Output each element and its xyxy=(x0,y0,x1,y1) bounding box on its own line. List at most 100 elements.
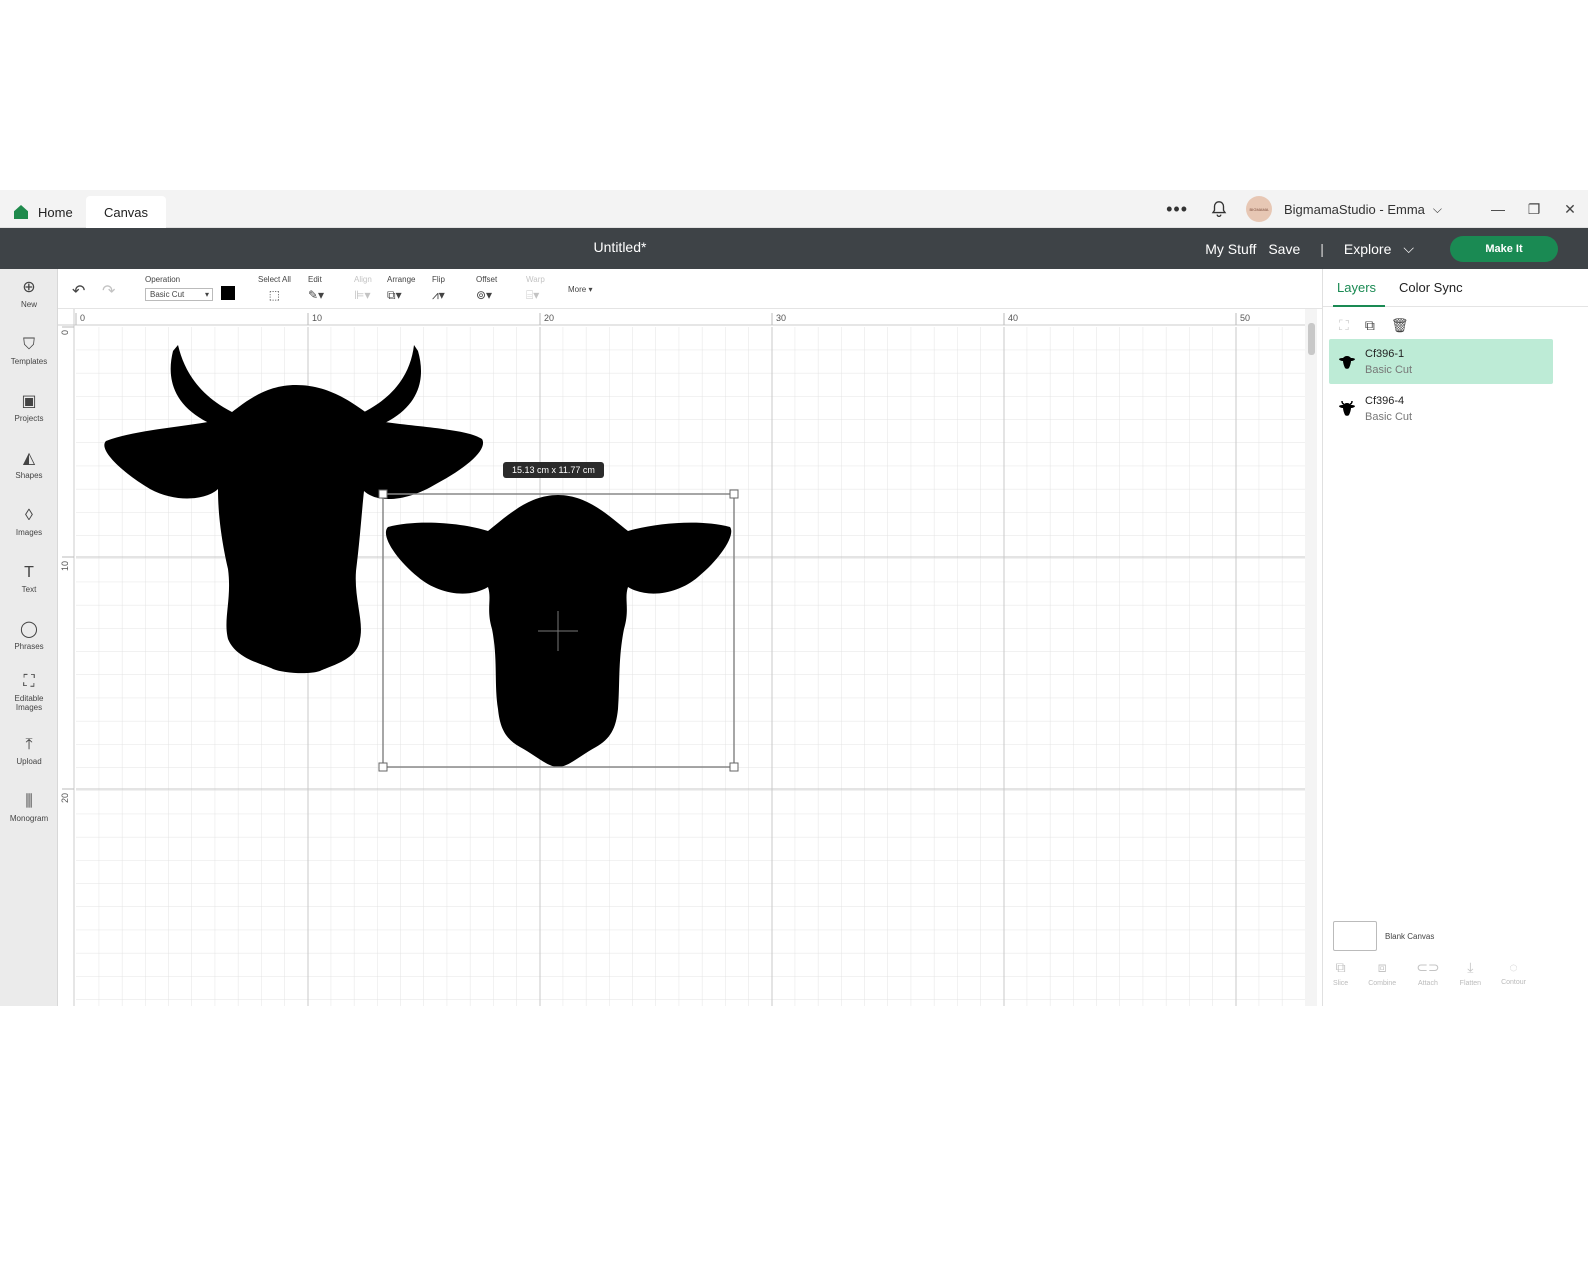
resize-handle[interactable] xyxy=(378,762,388,772)
group-icon[interactable]: ⛶ xyxy=(1339,317,1349,334)
combine-label: Combine xyxy=(1368,980,1397,987)
ruler-left-label: 20 xyxy=(60,793,70,803)
flip-button[interactable]: Flip ⩘▾ xyxy=(432,275,445,303)
attach-icon: ⊂⊃ xyxy=(1416,959,1440,975)
slice-label: Slice xyxy=(1333,980,1349,987)
edit-button[interactable]: Edit ✎▾ xyxy=(308,275,324,302)
sidebar-item-editable-images[interactable]: ⛶ Editable Images xyxy=(0,673,58,712)
lightbulb-icon: ◊ xyxy=(25,507,33,524)
contour-label: Contour xyxy=(1501,979,1526,986)
resize-handle[interactable] xyxy=(378,489,388,499)
sidebar-item-label: Templates xyxy=(10,357,48,366)
sidebar-item-monogram[interactable]: ⫼ Monogram xyxy=(0,793,58,823)
avatar-text: BIGMAMA xyxy=(1249,206,1269,212)
warp-button[interactable]: Warp ⌸▾ xyxy=(526,275,545,303)
warp-label: Warp xyxy=(526,275,545,284)
save-button[interactable]: Save xyxy=(1268,241,1300,257)
sidebar-item-new[interactable]: ⊕ New xyxy=(0,279,58,309)
ruler-top-label: 30 xyxy=(776,313,786,323)
minimize-button[interactable]: — xyxy=(1480,201,1516,217)
blank-canvas-item[interactable]: Blank Canvas xyxy=(1333,921,1434,951)
more-button[interactable]: More ▾ xyxy=(568,285,592,294)
panel-bottom-actions: ⧉ Slice ⧈ Combine ⊂⊃ Attach ⤓ Flatten ◌ Conto… xyxy=(1333,959,1526,987)
contour-button[interactable]: ◌ Contour xyxy=(1501,959,1526,987)
sidebar-item-projects[interactable]: ▣ Projects xyxy=(0,393,58,423)
make-it-button[interactable]: Make It xyxy=(1450,235,1558,262)
sidebar-item-shapes[interactable]: ◭ Shapes xyxy=(0,450,58,480)
arrange-button[interactable]: Arrange ⧉▾ xyxy=(387,275,415,303)
layer-name: Cf396-4 xyxy=(1365,394,1405,407)
sidebar-item-images[interactable]: ◊ Images xyxy=(0,507,58,537)
redo-button[interactable]: ↷ xyxy=(102,281,115,301)
contour-icon: ◌ xyxy=(1509,959,1518,975)
panel-scrollbar[interactable] xyxy=(1559,354,1565,919)
shapes-icon: ◭ xyxy=(22,450,36,467)
attach-button[interactable]: ⊂⊃ Attach xyxy=(1416,959,1439,987)
color-swatch[interactable] xyxy=(221,286,235,300)
layer-item[interactable]: Cf396-4 Basic Cut xyxy=(1329,386,1553,431)
ruler-top-label: 40 xyxy=(1008,313,1018,323)
blank-canvas-swatch xyxy=(1333,921,1377,951)
account-name[interactable]: BigmamaStudio - Emma xyxy=(1284,202,1425,217)
trash-icon[interactable]: 🗑 xyxy=(1391,317,1409,334)
tab-canvas[interactable]: Canvas xyxy=(86,196,166,228)
scroll-thumb[interactable] xyxy=(1308,323,1315,355)
title-bar: Home Canvas ••• BIGMAMA BigmamaStudio - … xyxy=(0,190,1588,228)
design-space-window: Home Canvas ••• BIGMAMA BigmamaStudio - … xyxy=(0,190,1588,1006)
offset-button[interactable]: Offset ⊚▾ xyxy=(476,275,497,302)
duplicate-icon[interactable]: ⧉ xyxy=(1365,317,1375,334)
slice-button[interactable]: ⧉ Slice xyxy=(1333,959,1348,987)
tab-color-sync[interactable]: Color Sync xyxy=(1399,280,1463,295)
restore-button[interactable]: ❐ xyxy=(1516,201,1552,218)
sidebar-item-phrases[interactable]: ◯ Phrases xyxy=(0,621,58,651)
my-stuff-link[interactable]: My Stuff xyxy=(1205,241,1256,257)
sidebar-item-label: Images xyxy=(15,528,43,537)
ruler-left-label: 0 xyxy=(60,330,70,335)
notification-bell-icon[interactable] xyxy=(1210,200,1228,218)
sidebar-item-templates[interactable]: ⛉ Templates xyxy=(0,336,58,366)
layer-item[interactable]: Cf396-1 Basic Cut xyxy=(1329,339,1553,384)
ruler-top-label: 50 xyxy=(1240,313,1250,323)
speech-bubble-icon: ◯ xyxy=(20,621,38,638)
layer-operation: Basic Cut xyxy=(1365,410,1413,423)
operation-select[interactable]: Basic Cut ▾ xyxy=(145,288,213,301)
align-button[interactable]: Align ⊫▾ xyxy=(354,275,372,302)
tab-home[interactable]: Home xyxy=(14,196,73,228)
sidebar-item-text[interactable]: T Text xyxy=(0,564,58,594)
flatten-label: Flatten xyxy=(1459,980,1482,987)
tab-canvas-label: Canvas xyxy=(103,204,149,220)
combine-button[interactable]: ⧈ Combine xyxy=(1368,959,1396,987)
chevron-down-icon[interactable]: ⌵ xyxy=(1403,240,1414,257)
dimension-tooltip: 15.13 cm x 11.77 cm xyxy=(503,462,604,478)
canvas-scrollbar[interactable] xyxy=(1305,309,1317,1006)
close-button[interactable]: ✕ xyxy=(1552,201,1588,218)
sidebar-item-label: New xyxy=(20,300,37,309)
arrange-icon: ⧉▾ xyxy=(387,288,402,302)
sidebar-item-upload[interactable]: ⤒ Upload xyxy=(0,736,58,766)
shirt-icon: ⛉ xyxy=(22,336,35,353)
more-options-icon[interactable]: ••• xyxy=(1166,199,1188,220)
layer-operation: Basic Cut xyxy=(1365,363,1413,376)
flip-label: Flip xyxy=(432,275,445,284)
header-bar: Untitled* My Stuff Save | Explore ⌵ Make… xyxy=(0,228,1588,269)
select-all-icon: ⬚ xyxy=(268,288,281,302)
avatar[interactable]: BIGMAMA xyxy=(1246,196,1272,222)
warp-icon: ⌸▾ xyxy=(526,288,540,302)
flatten-button[interactable]: ⤓ Flatten xyxy=(1460,959,1481,987)
editable-image-icon: ⛶ xyxy=(23,673,35,690)
tab-layers[interactable]: Layers xyxy=(1337,280,1376,295)
header-separator: | xyxy=(1320,240,1324,257)
resize-handle[interactable] xyxy=(729,489,739,499)
offset-label: Offset xyxy=(476,275,498,284)
explore-menu[interactable]: Explore xyxy=(1344,241,1391,257)
resize-handle[interactable] xyxy=(729,762,739,772)
ruler-top-label: 20 xyxy=(544,313,554,323)
blank-canvas-label: Blank Canvas xyxy=(1385,931,1435,941)
select-all-button[interactable]: Select All ⬚ xyxy=(258,275,291,302)
chevron-down-icon[interactable]: ⌵ xyxy=(1433,202,1442,217)
upload-icon: ⤒ xyxy=(25,736,33,753)
undo-button[interactable]: ↶ xyxy=(72,281,85,301)
design-canvas[interactable]: 0 10 20 30 40 50 0 10 20 15.13 cm x 11.7… xyxy=(58,309,1316,1006)
home-icon xyxy=(14,205,28,219)
combine-icon: ⧈ xyxy=(1377,959,1387,975)
